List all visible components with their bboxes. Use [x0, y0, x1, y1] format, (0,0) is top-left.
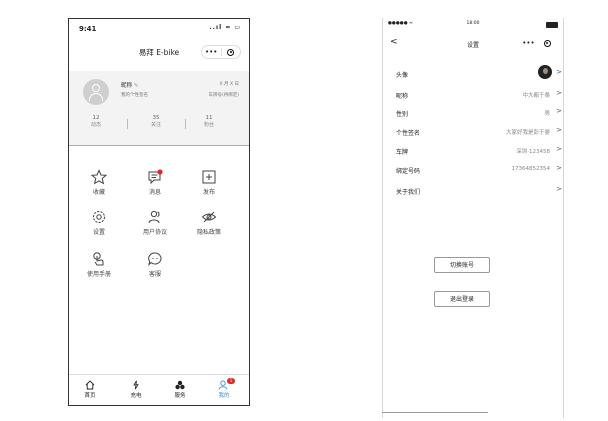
nickname: 昵称 ✎: [121, 83, 139, 89]
settings-row-plate[interactable]: 车牌 深圳·123458 >: [396, 141, 564, 159]
chevron-right-icon: >: [556, 126, 562, 134]
menu-favorites[interactable]: 收藏: [79, 169, 119, 196]
more-button[interactable]: •••: [202, 48, 221, 56]
hand-icon: [93, 252, 104, 266]
tab-mine[interactable]: 我的 1: [209, 378, 239, 399]
logout-button[interactable]: 退出登录: [434, 291, 490, 307]
signature: 我的个性签名: [121, 93, 148, 98]
close-miniapp-button-right[interactable]: [538, 39, 557, 47]
charge-icon: [133, 380, 139, 390]
avatar[interactable]: [83, 79, 109, 105]
plate-label[interactable]: 车牌号(待绑定): [208, 92, 239, 98]
miniapp-capsule-right: •••: [518, 36, 558, 50]
gear-icon: [93, 211, 105, 223]
settings-row-signature[interactable]: 个性签名 大家好我是彭于晏 >: [396, 122, 564, 140]
status-icons: ..ıl ≈ ▭: [209, 24, 241, 31]
profile-phone-screen: 9:41 ..ıl ≈ ▭ 易拜 E-bike ••• 昵称 ✎ 我的个性签名 …: [68, 18, 250, 406]
settings-row-avatar[interactable]: 头像 >: [396, 64, 564, 82]
status-bar: 9:41 ..ıl ≈ ▭: [69, 19, 249, 35]
chevron-right-icon: >: [556, 145, 562, 153]
profile-card[interactable]: 昵称 ✎ 我的个性签名 X 月 X 日 车牌号(待绑定) 12 动态 35 关注 1…: [69, 71, 249, 145]
menu-privacy-policy[interactable]: 隐私政策: [189, 209, 229, 236]
star-icon: [91, 169, 107, 185]
stat-fans[interactable]: 11 粉丝: [194, 115, 224, 128]
tab-charge[interactable]: 充电: [121, 380, 151, 399]
nav-bar: 易拜 E-bike •••: [69, 43, 249, 63]
status-time: 9:41: [79, 25, 97, 33]
avatar-photo: [538, 65, 552, 79]
stat-dynamics[interactable]: 12 动态: [81, 115, 111, 128]
tab-home[interactable]: 首页: [75, 380, 105, 399]
close-miniapp-button[interactable]: [222, 48, 241, 56]
service-icon: [175, 380, 185, 390]
tab-service[interactable]: 服务: [165, 380, 195, 399]
target-icon: [227, 48, 235, 56]
chat-bubble-icon: [148, 252, 162, 267]
menu-publish[interactable]: 发布: [189, 169, 229, 196]
miniapp-capsule: •••: [201, 45, 241, 59]
settings-row-nickname[interactable]: 昵称 中大都于桑 >: [396, 85, 564, 103]
menu-messages[interactable]: 消息: [135, 169, 175, 196]
bottom-tab-bar: 首页 充电 服务 我的 1: [69, 374, 249, 405]
target-icon: [544, 39, 551, 47]
users-icon: [148, 210, 160, 224]
tab-badge: 1: [227, 378, 235, 384]
eye-off-icon: [201, 211, 217, 223]
settings-phone-screen: ●●●●● ≈ 18:00 < 设置 ••• 头像 > 昵称 中大都于桑 > 性…: [382, 18, 564, 418]
settings-row-phone[interactable]: 绑定号码 17364852354 >: [396, 160, 564, 178]
menu-settings[interactable]: 设置: [79, 209, 119, 236]
switch-account-button[interactable]: 切换账号: [434, 257, 490, 273]
settings-nav-bar: < 设置 •••: [382, 34, 564, 52]
chevron-right-icon: >: [556, 164, 562, 172]
settings-row-gender[interactable]: 性别 男 >: [396, 103, 564, 121]
chevron-right-icon: >: [556, 185, 562, 193]
home-icon: [85, 380, 95, 390]
status-bar-right: ●●●●● ≈ 18:00: [382, 18, 564, 30]
status-time-right: 18:00: [466, 21, 480, 26]
battery-icon: [546, 22, 558, 28]
chevron-right-icon: >: [556, 68, 562, 76]
menu-customer-service[interactable]: 客服: [135, 251, 175, 278]
chevron-right-icon: >: [556, 89, 562, 97]
menu-user-agreement[interactable]: 用户协议: [135, 209, 175, 236]
message-icon: [148, 169, 163, 185]
stat-following[interactable]: 35 关注: [141, 115, 171, 128]
chevron-right-icon: >: [556, 107, 562, 115]
menu-user-manual[interactable]: 使用手册: [79, 251, 119, 278]
date-label: X 月 X 日: [219, 82, 239, 87]
settings-row-about[interactable]: 关于我们 >: [396, 181, 564, 199]
more-button-right[interactable]: •••: [519, 39, 538, 47]
plus-square-icon: [202, 170, 216, 184]
